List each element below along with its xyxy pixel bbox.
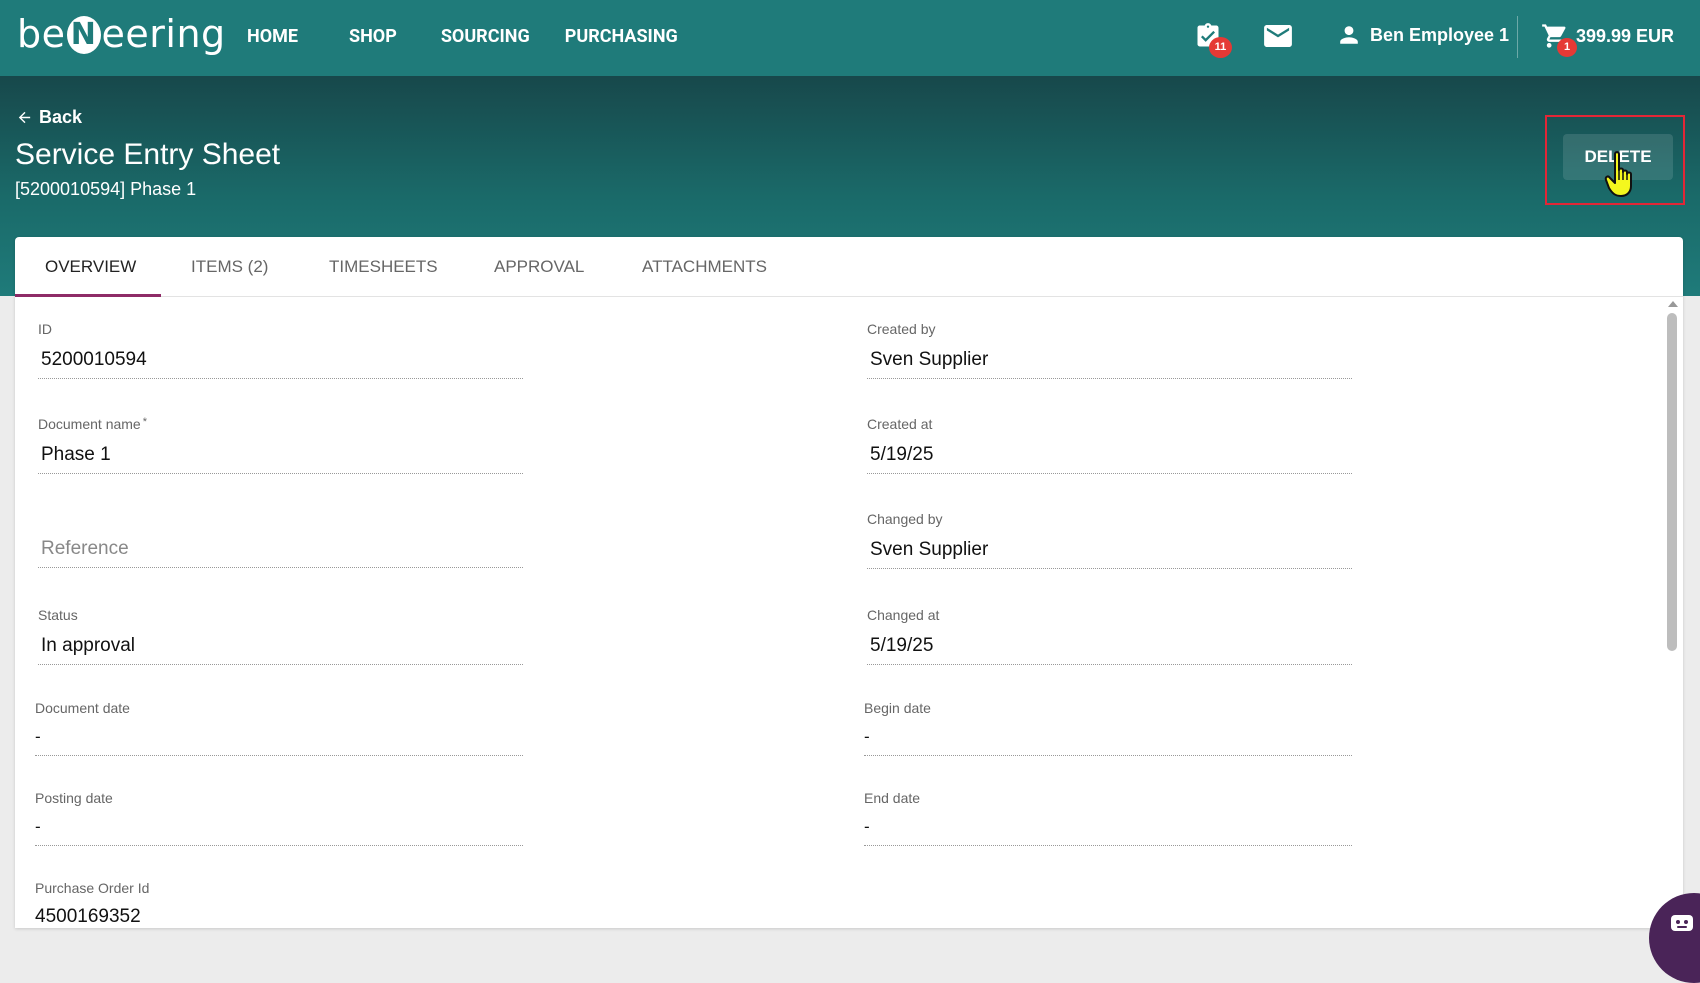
field-document-name: Document name * Phase 1 — [38, 416, 523, 474]
field-reference: Reference — [38, 534, 523, 568]
field-created-by: Created by Sven Supplier — [867, 321, 1352, 379]
scroll-thumb[interactable] — [1667, 313, 1677, 651]
field-end-date-value[interactable]: - — [864, 812, 1352, 846]
tab-approval[interactable]: APPROVAL — [494, 237, 584, 297]
page-title: Service Entry Sheet — [15, 138, 281, 171]
field-status: Status In approval — [38, 607, 523, 665]
tab-items[interactable]: ITEMS (2) — [191, 237, 268, 297]
user-icon — [1340, 26, 1358, 44]
page-subtitle: [5200010594] Phase 1 — [15, 179, 197, 199]
field-created-by-label: Created by — [867, 321, 936, 337]
field-status-label: Status — [38, 607, 78, 623]
user-menu[interactable]: Ben Employee 1 — [1338, 24, 1509, 46]
nav-shop[interactable]: SHOP — [349, 26, 397, 47]
field-begin-date-label: Begin date — [864, 700, 931, 716]
field-document-date: Document date - — [35, 700, 523, 756]
field-id-label: ID — [38, 321, 52, 337]
document-name-label-text: Document name — [38, 416, 141, 432]
field-created-at-value[interactable]: 5/19/25 — [867, 440, 1352, 474]
topbar-divider — [1517, 16, 1518, 58]
arrow-left-icon — [18, 111, 31, 124]
field-posting-date: Posting date - — [35, 790, 523, 846]
field-document-name-label: Document name * — [38, 416, 523, 432]
top-navigation-bar: be Neering HOME SHOP SOURCING PURCHASING … — [0, 0, 1700, 76]
required-mark: * — [142, 416, 147, 428]
back-label: Back — [39, 107, 83, 127]
tab-attachments[interactable]: ATTACHMENTS — [642, 237, 767, 297]
field-created-by-value[interactable]: Sven Supplier — [867, 345, 1352, 379]
chatbot-icon — [1671, 915, 1693, 931]
field-purchase-order-id-label: Purchase Order Id — [35, 880, 150, 896]
field-purchase-order-id: Purchase Order Id 4500169352 — [35, 880, 523, 928]
tab-overview[interactable]: OVERVIEW — [45, 237, 136, 297]
field-changed-by-value[interactable]: Sven Supplier — [867, 535, 1352, 569]
hand-pointer-cursor-icon — [1604, 151, 1632, 197]
logo-text-post: eering — [101, 12, 226, 56]
tab-timesheets[interactable]: TIMESHEETS — [329, 237, 438, 297]
cart-total: 399.99 EUR — [1576, 25, 1675, 46]
tab-bar: OVERVIEW ITEMS (2) TIMESHEETS APPROVAL A… — [15, 237, 1683, 297]
field-changed-by: Changed by Sven Supplier — [867, 511, 1352, 569]
benneering-logo[interactable]: be Neering — [17, 12, 226, 56]
field-document-date-value[interactable]: - — [35, 722, 523, 756]
field-changed-at-label: Changed at — [867, 607, 940, 623]
field-created-at-label: Created at — [867, 416, 933, 432]
field-posting-date-label: Posting date — [35, 790, 113, 806]
cart-count-badge: 1 — [1557, 38, 1577, 57]
field-created-at: Created at 5/19/25 — [867, 416, 1352, 474]
user-name: Ben Employee 1 — [1370, 24, 1510, 45]
field-status-value[interactable]: In approval — [38, 631, 523, 665]
field-id: ID 5200010594 — [38, 321, 523, 379]
logo-n-mark: N — [66, 16, 101, 54]
field-changed-at: Changed at 5/19/25 — [867, 607, 1352, 665]
field-changed-by-label: Changed by — [867, 511, 943, 527]
field-document-name-value[interactable]: Phase 1 — [38, 440, 523, 474]
field-purchase-order-id-value[interactable]: 4500169352 — [35, 902, 523, 928]
field-reference-input[interactable]: Reference — [38, 534, 523, 568]
field-begin-date-value[interactable]: - — [864, 722, 1352, 756]
nav-home[interactable]: HOME — [247, 26, 298, 47]
scroll-up-arrow-icon[interactable] — [1668, 301, 1678, 307]
nav-purchasing[interactable]: PURCHASING — [565, 26, 678, 47]
main-nav: HOME SHOP SOURCING PURCHASING — [247, 26, 678, 47]
tasks-count-badge: 11 — [1209, 37, 1232, 58]
field-begin-date: Begin date - — [864, 700, 1352, 756]
field-end-date-label: End date — [864, 790, 921, 806]
field-changed-at-value[interactable]: 5/19/25 — [867, 631, 1352, 665]
field-end-date: End date - — [864, 790, 1352, 846]
mail-icon[interactable] — [1264, 25, 1292, 47]
logo-text-pre: be — [17, 12, 66, 56]
field-posting-date-value[interactable]: - — [35, 812, 523, 846]
field-document-date-label: Document date — [35, 700, 130, 716]
nav-sourcing[interactable]: SOURCING — [441, 26, 530, 47]
vertical-scrollbar[interactable] — [1662, 297, 1683, 928]
field-id-value[interactable]: 5200010594 — [38, 345, 523, 379]
active-tab-indicator — [15, 294, 161, 297]
overview-card: OVERVIEW ITEMS (2) TIMESHEETS APPROVAL A… — [15, 237, 1683, 928]
back-link[interactable]: Back — [16, 107, 82, 128]
